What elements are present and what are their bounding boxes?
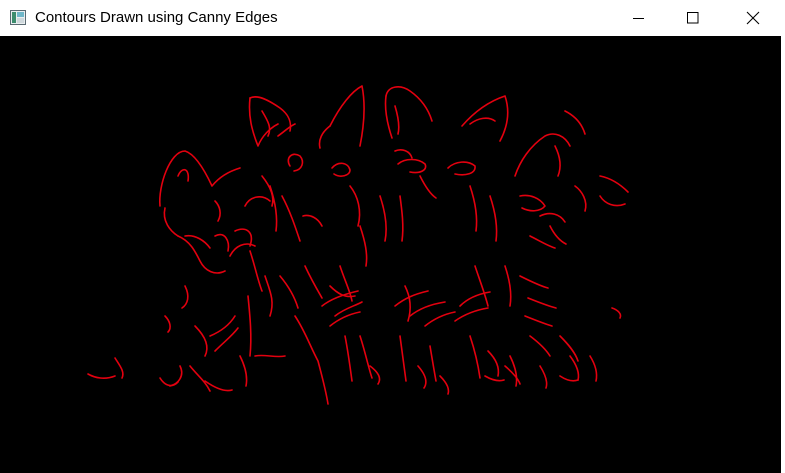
contour-edge: [397, 158, 427, 174]
contour-edge: [277, 123, 296, 137]
contour-edge: [504, 265, 512, 307]
contour-edge: [329, 311, 361, 327]
contour-edge: [439, 375, 450, 395]
contour-edge: [384, 95, 393, 139]
contour-edge: [194, 325, 208, 357]
contour-edge: [469, 185, 478, 232]
contour-edge: [163, 207, 179, 237]
contour-edge: [539, 365, 548, 389]
contour-edge: [474, 265, 489, 307]
contour-edge: [379, 195, 387, 242]
contour-edge: [385, 86, 433, 122]
contour-edge: [417, 365, 427, 389]
contour-edge: [279, 275, 299, 309]
contour-edge: [429, 345, 437, 382]
contour-edge: [159, 377, 179, 387]
contour-edge: [318, 125, 331, 149]
contour-edge: [181, 285, 189, 309]
contour-edge: [514, 133, 571, 177]
minimize-button[interactable]: [616, 0, 662, 36]
contour-edge: [248, 97, 279, 147]
window-title: Contours Drawn using Canny Edges: [35, 9, 278, 26]
contour-edge: [504, 365, 521, 385]
title-bar[interactable]: Contours Drawn using Canny Edges: [0, 0, 785, 36]
contour-edge: [302, 214, 323, 227]
contour-edge: [114, 357, 124, 379]
contour-edge: [247, 295, 252, 357]
contour-edge: [469, 335, 481, 379]
contour-edge: [349, 185, 361, 227]
contour-edge: [527, 297, 557, 309]
contour-edge: [359, 225, 368, 267]
contour-edge: [399, 195, 404, 242]
contour-edge: [164, 315, 171, 333]
contour-edge: [519, 275, 549, 289]
contour-edge: [214, 200, 221, 222]
contour-edge: [331, 162, 351, 177]
contour-edge: [524, 315, 553, 327]
contour-edge: [87, 373, 116, 379]
contour-edge: [214, 233, 230, 252]
contour-edge: [394, 149, 413, 159]
contour-edge: [419, 175, 437, 199]
contour-edge: [329, 85, 365, 147]
contour-edge: [447, 161, 476, 176]
contour-edge: [489, 195, 498, 242]
contour-edge: [254, 354, 286, 358]
close-icon: [746, 11, 760, 25]
contour-edge: [189, 365, 211, 392]
contour-edge: [209, 315, 236, 337]
contour-edge: [359, 335, 373, 379]
contour-edge: [294, 315, 329, 405]
close-button[interactable]: [730, 0, 776, 36]
window-right-border: [781, 36, 785, 473]
app-window: Contours Drawn using Canny Edges: [0, 0, 785, 473]
contour-edge: [264, 275, 273, 317]
contour-edge: [159, 150, 241, 207]
contour-edge: [564, 110, 586, 135]
contour-edge: [529, 235, 556, 249]
contour-edge: [177, 235, 226, 274]
contour-edge: [484, 375, 505, 382]
contour-edge: [549, 225, 567, 245]
contour-edge: [184, 234, 211, 249]
contour-edge: [519, 194, 546, 212]
contour-edge: [394, 105, 400, 135]
contour-edge: [599, 175, 629, 193]
minimize-icon: [633, 18, 644, 19]
contour-edge: [469, 117, 496, 125]
contour-edge: [574, 185, 587, 212]
contour-edge: [394, 290, 429, 307]
image-canvas: [0, 36, 781, 473]
contour-edge: [304, 265, 323, 299]
contour-edge: [334, 301, 363, 317]
maximize-button[interactable]: [670, 0, 716, 36]
contour-edge: [244, 196, 271, 207]
contour-edge: [287, 153, 304, 172]
contour-edge: [554, 145, 561, 177]
contour-edge: [424, 311, 456, 327]
contour-edge: [559, 335, 579, 362]
contour-edge: [239, 355, 248, 387]
contour-edge: [559, 375, 579, 382]
contour-edge: [529, 335, 551, 357]
contour-edge: [249, 250, 263, 292]
canny-contours-image: [87, 85, 629, 405]
contour-edge: [281, 195, 301, 242]
contour-edge: [611, 307, 622, 319]
contour-edge: [599, 195, 626, 207]
app-window-icon: [10, 10, 26, 25]
contour-edge: [539, 212, 566, 223]
contour-edge: [487, 350, 500, 377]
contour-edge: [409, 301, 446, 317]
contour-edge: [249, 96, 292, 132]
maximize-icon: [687, 12, 699, 24]
contour-edge: [589, 355, 598, 382]
contour-edge: [177, 168, 190, 182]
contour-edge: [454, 307, 489, 322]
contour-edge: [344, 335, 353, 382]
contour-edge: [399, 335, 407, 382]
